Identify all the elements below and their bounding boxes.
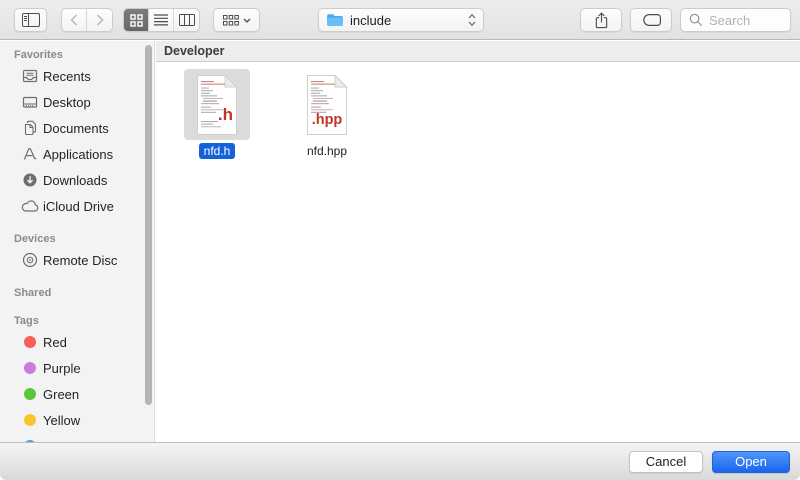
file-browser-pane: Developer [156, 41, 800, 442]
search-field[interactable] [680, 8, 791, 32]
desktop-icon [17, 94, 43, 110]
sidebar-item-applications[interactable]: Applications [0, 141, 154, 167]
arrange-button[interactable] [213, 8, 260, 32]
sidebar-item-label: Documents [43, 121, 109, 136]
sidebar-item-downloads[interactable]: Downloads [0, 167, 154, 193]
sidebar-item-label: Applications [43, 147, 113, 162]
documents-icon [17, 120, 43, 136]
forward-chevron-icon [96, 14, 104, 26]
file-name-label: nfd.h [199, 143, 236, 159]
file-icon-highlight: .h [184, 69, 250, 140]
sidebar-toggle-icon [22, 13, 40, 27]
file-item-nfd-hpp[interactable]: .hpp nfd.hpp [292, 69, 362, 159]
tag-button[interactable] [630, 8, 672, 32]
list-view-lines-icon [154, 14, 168, 26]
navigation-buttons [61, 8, 113, 32]
sidebar-item-label: Downloads [43, 173, 107, 188]
toolbar: include [0, 0, 800, 40]
file-extension-label: .h [218, 105, 233, 124]
arrange-grid-icon [223, 15, 239, 26]
sidebar-section-shared: Shared [14, 285, 154, 301]
icon-view-button[interactable] [124, 9, 149, 31]
view-mode-segmented-control [123, 8, 200, 32]
current-folder-label: include [350, 13, 391, 28]
tag-dot-purple-icon [24, 362, 36, 374]
column-view-button[interactable] [174, 9, 199, 31]
file-item-nfd-h[interactable]: .h nfd.h [182, 69, 252, 159]
dialog-footer: Cancel Open [0, 442, 800, 480]
back-button[interactable] [62, 9, 87, 31]
sidebar-item-label: Yellow [43, 413, 80, 428]
sidebar-item-label: Red [43, 335, 67, 350]
header-file-icon: .h [194, 75, 240, 135]
sidebar-item-remote-disc[interactable]: Remote Disc [0, 247, 154, 273]
group-header: Developer [156, 41, 800, 62]
share-icon [594, 12, 609, 29]
sidebar-item-label: iCloud Drive [43, 199, 114, 214]
tag-icon [641, 14, 661, 26]
sidebar-item-tag-blue-clipped[interactable] [0, 433, 154, 442]
open-button[interactable]: Open [712, 451, 790, 473]
sidebar-item-tag-purple[interactable]: Purple [0, 355, 154, 381]
list-view-button[interactable] [149, 9, 174, 31]
sidebar-item-label: Green [43, 387, 79, 402]
icloud-drive-icon [17, 200, 43, 212]
sidebar-item-tag-green[interactable]: Green [0, 381, 154, 407]
column-view-icon [179, 14, 195, 26]
tag-dot-yellow-icon [24, 414, 36, 426]
sidebar-section-favorites: Favorites [14, 47, 154, 63]
sidebar-item-icloud-drive[interactable]: iCloud Drive [0, 193, 154, 219]
icon-view-grid-icon [130, 14, 143, 27]
popup-chevrons-icon [468, 13, 476, 27]
sidebar-item-tag-yellow[interactable]: Yellow [0, 407, 154, 433]
file-name-label: nfd.hpp [302, 143, 352, 159]
disc-icon [17, 252, 43, 268]
finder-open-dialog: include Favorites [0, 0, 800, 480]
search-icon [689, 13, 703, 27]
file-grid: .h nfd.h [156, 62, 800, 159]
folder-icon [326, 13, 344, 27]
sidebar-item-label: Recents [43, 69, 91, 84]
sidebar-item-desktop[interactable]: Desktop [0, 89, 154, 115]
sidebar-section-devices: Devices [14, 231, 154, 247]
sidebar-item-documents[interactable]: Documents [0, 115, 154, 141]
sidebar: Favorites Recents Desktop Documents Appl… [0, 41, 155, 442]
sidebar-section-tags: Tags [14, 313, 154, 329]
chevron-down-icon [243, 18, 251, 23]
sidebar-item-label: Remote Disc [43, 253, 117, 268]
downloads-icon [17, 172, 43, 188]
folder-popup-button[interactable]: include [318, 8, 484, 32]
back-chevron-icon [70, 14, 78, 26]
sidebar-item-recents[interactable]: Recents [0, 63, 154, 89]
forward-button[interactable] [87, 9, 112, 31]
sidebar-item-label: Desktop [43, 95, 91, 110]
search-input[interactable] [707, 12, 779, 29]
cancel-button[interactable]: Cancel [629, 451, 703, 473]
sidebar-item-label: Purple [43, 361, 81, 376]
applications-icon [17, 146, 43, 162]
sidebar-toggle-button[interactable] [14, 8, 47, 32]
file-extension-label: .hpp [312, 112, 343, 128]
tag-dot-red-icon [24, 336, 36, 348]
sidebar-item-tag-red[interactable]: Red [0, 329, 154, 355]
recents-icon [17, 68, 43, 84]
header-file-icon: .hpp [304, 75, 350, 135]
sidebar-scrollbar-thumb[interactable] [145, 45, 152, 405]
share-button[interactable] [580, 8, 622, 32]
tag-dot-green-icon [24, 388, 36, 400]
